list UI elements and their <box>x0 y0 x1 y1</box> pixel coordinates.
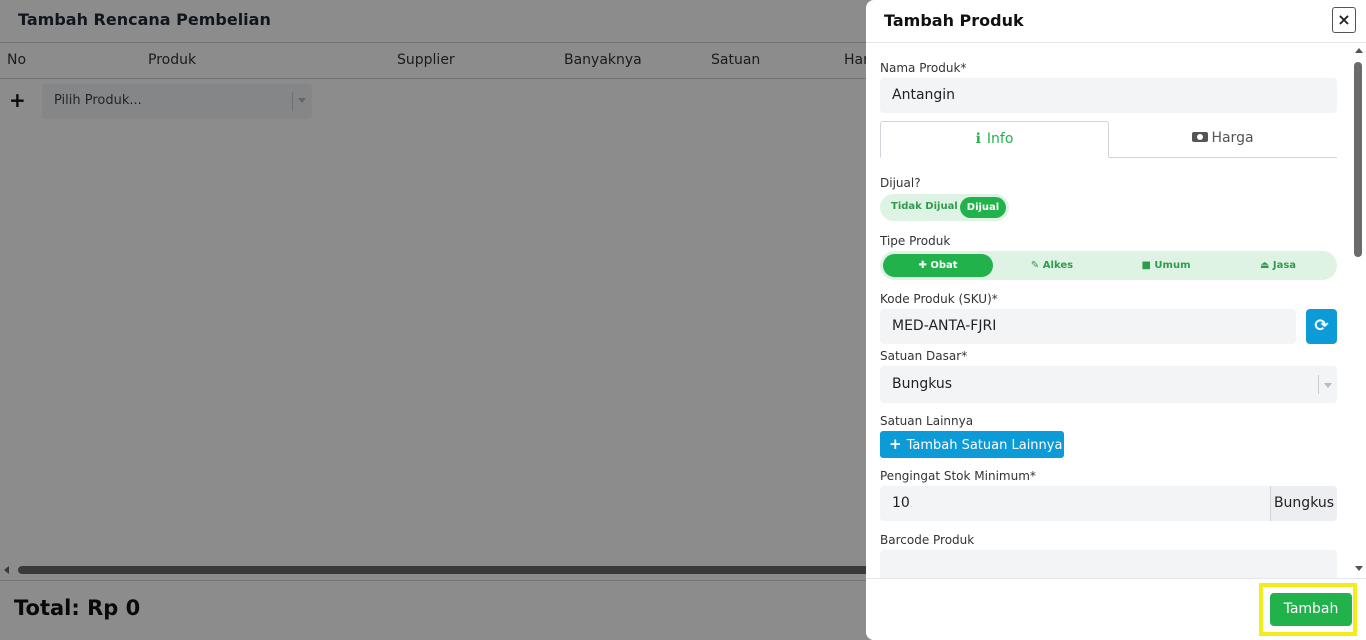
tipe-option-obat[interactable]: ✚ Obat <box>883 254 993 277</box>
scroll-up-icon[interactable] <box>1355 48 1363 53</box>
tab-bar: ℹ Info Harga <box>880 121 1337 158</box>
nama-produk-input[interactable]: Antangin <box>880 78 1337 113</box>
drawer-title: Tambah Produk <box>884 11 1024 30</box>
tipe-produk-label: Tipe Produk <box>880 234 951 248</box>
tipe-option-umum-label: Umum <box>1154 260 1191 271</box>
tipe-option-umum[interactable]: ■ Umum <box>1111 254 1221 277</box>
info-icon: ℹ <box>975 131 981 147</box>
dijual-label: Dijual? <box>880 176 921 190</box>
tipe-option-jasa[interactable]: ⏏ Jasa <box>1223 254 1333 277</box>
barcode-input[interactable] <box>880 550 1337 578</box>
scroll-down-icon[interactable] <box>1355 566 1363 571</box>
add-product-drawer: Tambah Produk × Nama Produk* Antangin ℹI… <box>866 0 1366 640</box>
submit-button[interactable]: Tambah <box>1270 593 1352 626</box>
kode-produk-input[interactable]: MED-ANTA-FJRI <box>880 309 1296 344</box>
tab-info-label: Info <box>986 131 1014 147</box>
plus-icon: + <box>889 435 902 453</box>
close-button[interactable]: × <box>1332 7 1356 33</box>
tipe-option-jasa-label: Jasa <box>1272 260 1297 271</box>
barcode-label: Barcode Produk <box>880 533 975 547</box>
tab-harga-label: Harga <box>1211 130 1254 146</box>
pencil-icon: ✎ <box>1030 260 1043 271</box>
tipe-produk-selector: ✚ Obat ✎ Alkes ■ Umum ⏏ Jasa <box>880 251 1337 280</box>
money-icon <box>1192 132 1209 142</box>
stok-minimum-label: Pengingat Stok Minimum* <box>880 469 1036 483</box>
kode-produk-label: Kode Produk (SKU)* <box>880 292 998 306</box>
pills-icon: ✚ <box>918 260 931 271</box>
satuan-dasar-label: Satuan Dasar* <box>880 349 968 363</box>
toggle-option-tidak-dijual[interactable]: Tidak Dijual <box>891 201 958 212</box>
tab-harga[interactable]: Harga <box>1109 121 1337 158</box>
tipe-option-alkes[interactable]: ✎ Alkes <box>997 254 1107 277</box>
refresh-sku-button[interactable]: ⟳ <box>1306 309 1337 344</box>
tipe-option-alkes-label: Alkes <box>1042 260 1074 271</box>
nama-produk-value: Antangin <box>892 87 956 103</box>
satuan-dasar-value: Bungkus <box>892 376 953 392</box>
stok-minimum-input[interactable]: 10 Bungkus <box>880 486 1337 521</box>
stok-minimum-value: 10 <box>892 495 910 511</box>
chevron-down-icon <box>1324 383 1332 388</box>
toggle-option-dijual[interactable]: Dijual <box>960 197 1006 218</box>
box-icon: ■ <box>1141 260 1155 271</box>
satuan-lainnya-label: Satuan Lainnya <box>880 414 974 428</box>
add-unit-button[interactable]: + Tambah Satuan Lainnya <box>880 431 1064 458</box>
satuan-dasar-select[interactable]: Bungkus <box>880 366 1337 403</box>
drawer-header: Tambah Produk × <box>866 0 1366 43</box>
divider <box>1318 375 1319 394</box>
eject-icon: ⏏ <box>1259 260 1273 271</box>
dijual-toggle[interactable]: Tidak Dijual Dijual <box>880 194 1009 221</box>
stok-unit-addon: Bungkus <box>1270 486 1337 521</box>
drawer-body: Nama Produk* Antangin ℹ Info Harga Dijual… <box>866 43 1366 578</box>
refresh-icon: ⟳ <box>1314 316 1329 336</box>
nama-produk-label: Nama Produk* <box>880 61 967 75</box>
tipe-option-obat-label: Obat <box>930 260 958 271</box>
add-unit-button-label: Tambah Satuan Lainnya <box>906 438 1063 453</box>
vertical-scrollbar[interactable] <box>1354 62 1362 257</box>
kode-produk-value: MED-ANTA-FJRI <box>892 318 997 334</box>
tab-info[interactable]: ℹ Info <box>880 121 1109 158</box>
drawer-footer: Tambah <box>866 578 1366 640</box>
